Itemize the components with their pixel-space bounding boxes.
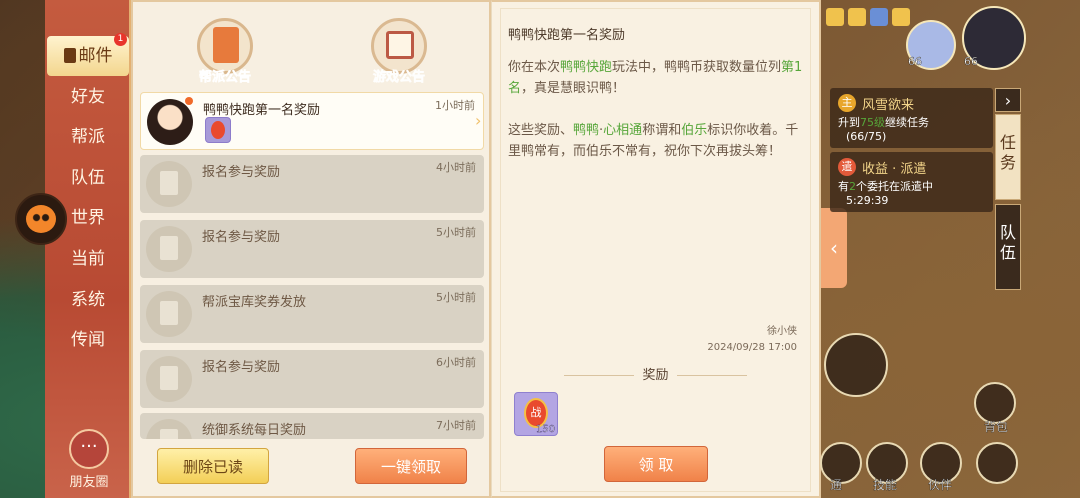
nav-item-team[interactable]: 队伍 xyxy=(45,158,131,198)
battle-token-icon xyxy=(205,117,231,143)
menu-flower-icon[interactable] xyxy=(976,442,1018,484)
friends-circle-label: 朋友圈 xyxy=(69,475,109,490)
sender-avatar xyxy=(147,99,193,145)
quest-dispatch[interactable]: 遣 收益 · 派遣 有2个委托在派遣中 5:29:39 xyxy=(830,152,993,212)
nav-item-mail[interactable]: 邮件 1 xyxy=(47,33,129,76)
bag-label: 背包 xyxy=(984,420,1009,434)
buff-icon[interactable] xyxy=(892,8,910,26)
reward-count: 150 xyxy=(535,424,555,435)
mail-item[interactable]: 统御系统每日奖励 7小时前 xyxy=(140,413,484,439)
tab-quests[interactable]: 任务 xyxy=(995,114,1021,200)
chat-channel-nav: 邮件 1 好友 帮派 队伍 世界 当前 系统 传闻 朋友圈 xyxy=(45,0,131,498)
mail-title: 报名参与奖励 xyxy=(202,165,281,180)
attack-skill-button[interactable] xyxy=(824,333,888,397)
buff-icon[interactable] xyxy=(826,8,844,26)
nav-item-label: 邮件 xyxy=(78,46,113,66)
claim-all-button[interactable]: 一键领取 xyxy=(355,448,467,484)
detail-title: 鸭鸭快跑第一名奖励 xyxy=(508,28,626,43)
claim-button[interactable]: 领 取 xyxy=(604,446,708,482)
sender-name: 徐小侠 xyxy=(767,326,797,337)
rewards-divider: 奖励 xyxy=(492,364,819,383)
main-quest-icon: 主 xyxy=(838,94,856,112)
mail-title: 鸭鸭快跑第一名奖励 xyxy=(203,103,321,118)
nav-item-system[interactable]: 系统 xyxy=(45,280,131,320)
dispatch-icon: 遣 xyxy=(838,158,856,176)
mail-title: 报名参与奖励 xyxy=(202,360,281,375)
mail-item[interactable]: 报名参与奖励 5小时前 xyxy=(140,220,484,278)
friends-circle-button[interactable]: 朋友圈 xyxy=(63,429,115,490)
skills-label: 技能 xyxy=(873,478,898,492)
mail-title: 统御系统每日奖励 xyxy=(202,423,307,438)
partner-level: 66 xyxy=(908,55,922,68)
chat-bubble-icon xyxy=(69,429,109,469)
player-level: 66 xyxy=(964,55,978,68)
scroll-icon xyxy=(146,291,192,337)
mail-time: 5小时前 xyxy=(436,226,476,239)
dispatch-timer: 5:29:39 xyxy=(846,194,889,207)
mail-item-selected[interactable]: 鸭鸭快跑第一名奖励 1小时前 › xyxy=(140,92,484,150)
scroll-icon xyxy=(146,226,192,272)
collapse-panel-button[interactable]: ‹ xyxy=(821,208,847,288)
mail-item[interactable]: 帮派宝库奖券发放 5小时前 xyxy=(140,285,484,343)
quest-desc: 升到75级继续任务 xyxy=(838,116,929,129)
scroll-icon xyxy=(146,419,192,439)
mail-time: 6小时前 xyxy=(436,356,476,369)
scroll-icon xyxy=(146,356,192,402)
tab-team[interactable]: 队伍 xyxy=(995,204,1021,290)
chevron-right-icon: › xyxy=(475,111,482,130)
signature: 徐小侠 2024/09/28 17:00 xyxy=(707,324,797,356)
unread-dot xyxy=(185,97,193,105)
tab-guild-notice[interactable]: 帮派公告 xyxy=(185,18,265,88)
pumpkin-icon[interactable] xyxy=(15,193,67,245)
nav-item-friends[interactable]: 好友 xyxy=(45,77,131,117)
mail-list-panel: 帮派公告 游戏公告 鸭鸭快跑第一名奖励 1小时前 › 报名参与奖励 4小时前 报… xyxy=(131,0,491,498)
mail-time: 7小时前 xyxy=(436,419,476,432)
tab-label: 帮派公告 xyxy=(198,70,252,86)
tab-game-notice[interactable]: 游戏公告 xyxy=(359,18,439,88)
delete-read-button[interactable]: 删除已读 xyxy=(157,448,269,484)
quest-main[interactable]: 主 风雪欲来 升到75级继续任务 (66/75) xyxy=(830,88,993,148)
mail-detail-panel: 鸭鸭快跑第一名奖励 你在本次鸭鸭快跑玩法中，鸭鸭币获取数量位列第1名，真是慧眼识… xyxy=(491,0,821,498)
partners-label: 伙伴 xyxy=(928,478,953,492)
quest-desc: 有2个委托在派遣中 xyxy=(838,180,933,193)
scroll-icon xyxy=(146,161,192,207)
quest-name: 收益 · 派遣 xyxy=(862,162,927,177)
nav-item-guild[interactable]: 帮派 xyxy=(45,117,131,157)
quest-progress: (66/75) xyxy=(846,130,887,143)
mail-item[interactable]: 报名参与奖励 4小时前 xyxy=(140,155,484,213)
unread-badge: 1 xyxy=(114,33,127,46)
nav-item-rumor[interactable]: 传闻 xyxy=(45,320,131,360)
tab-label: 游戏公告 xyxy=(372,70,426,86)
reward-item[interactable]: 战 150 xyxy=(514,392,558,436)
mail-title: 帮派宝库奖券发放 xyxy=(202,295,307,310)
mail-title: 报名参与奖励 xyxy=(202,230,281,245)
quest-expand-button[interactable]: › xyxy=(995,88,1021,112)
status-icons xyxy=(826,8,910,26)
mail-time: 5小时前 xyxy=(436,291,476,304)
nav-item-current[interactable]: 当前 xyxy=(45,239,131,279)
mail-icon xyxy=(63,48,76,63)
send-date: 2024/09/28 17:00 xyxy=(707,342,797,353)
mail-item[interactable]: 报名参与奖励 6小时前 xyxy=(140,350,484,408)
buff-icon[interactable] xyxy=(848,8,866,26)
mail-time: 1小时前 xyxy=(435,99,475,112)
detail-body: 你在本次鸭鸭快跑玩法中，鸭鸭币获取数量位列第1名，真是慧眼识鸭！ 这些奖励、鸭鸭… xyxy=(508,60,803,159)
mail-time: 4小时前 xyxy=(436,161,476,174)
bottom-menu-label: 通 xyxy=(830,478,843,492)
quest-name: 风雪欲来 xyxy=(862,98,915,113)
buff-icon[interactable] xyxy=(870,8,888,26)
